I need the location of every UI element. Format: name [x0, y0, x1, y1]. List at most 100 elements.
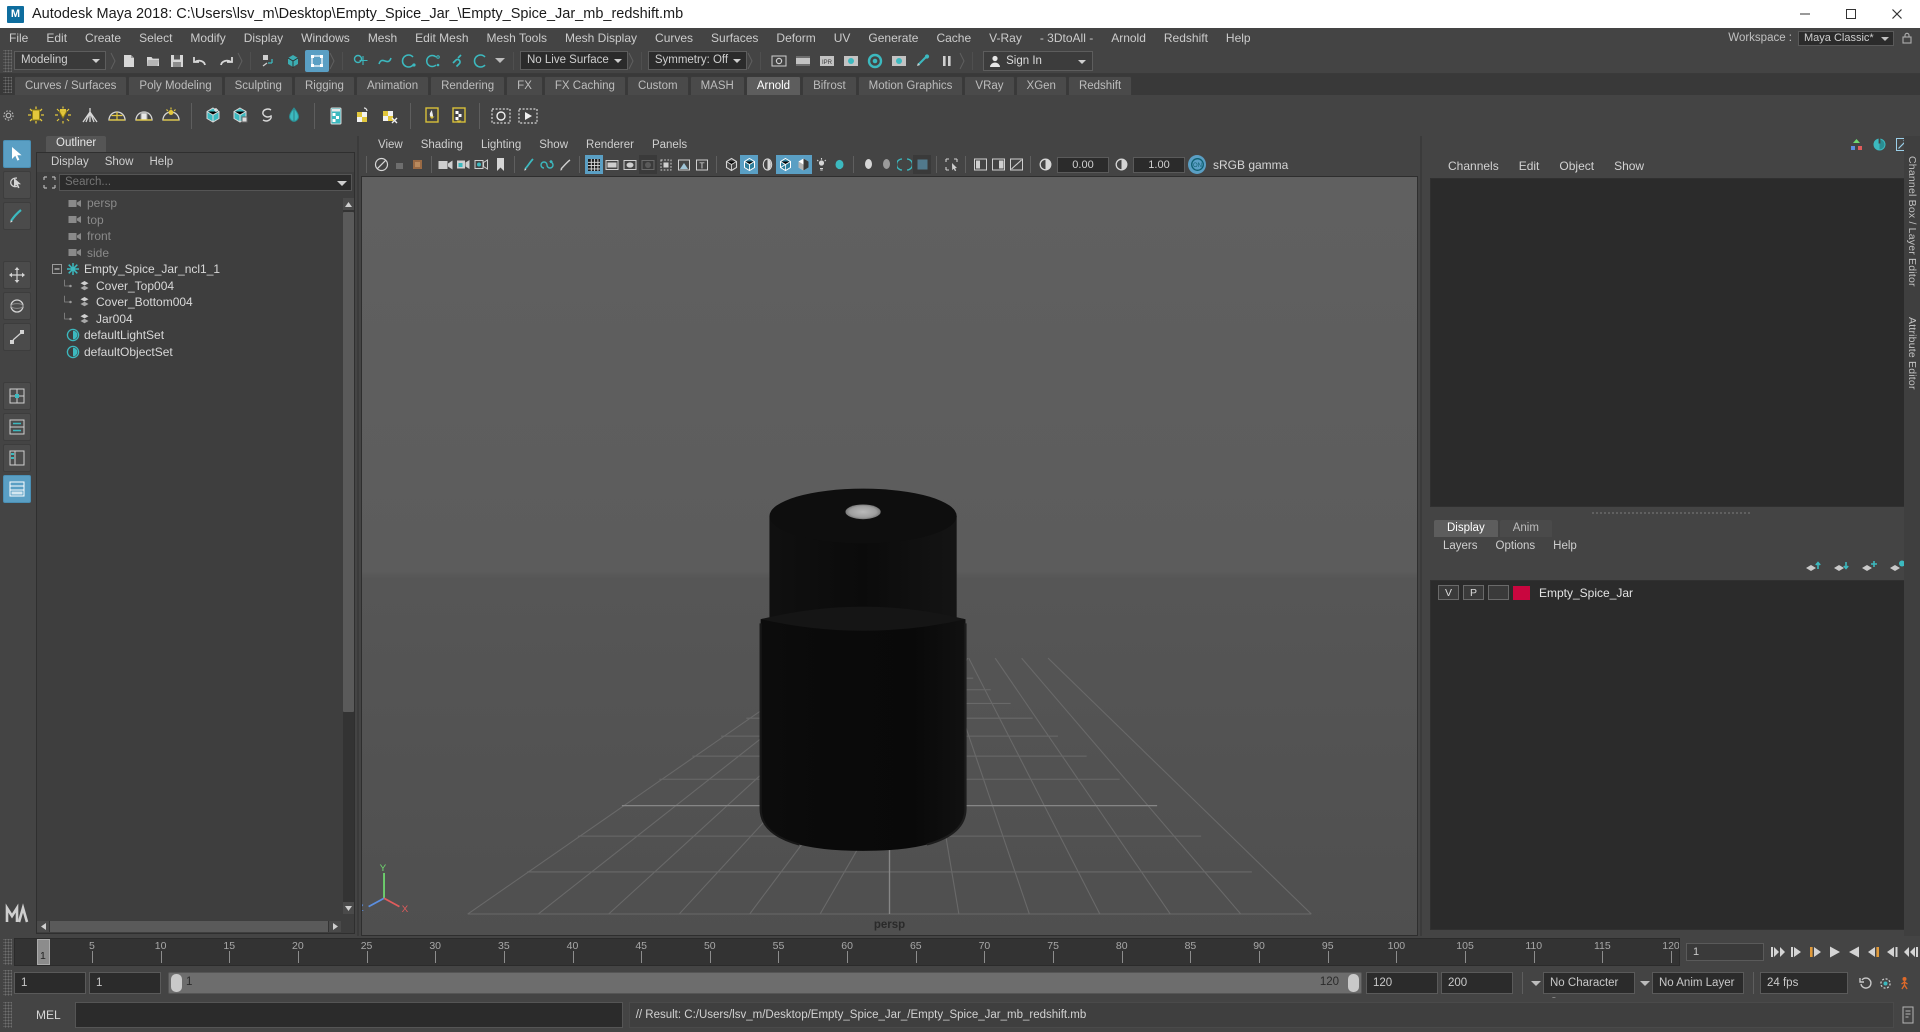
- shelf-tab-fx[interactable]: FX: [506, 76, 543, 95]
- play-backwards-icon[interactable]: [1825, 941, 1844, 963]
- shelf-tab-custom[interactable]: Custom: [626, 76, 689, 95]
- help-line-icon[interactable]: [1896, 1002, 1920, 1028]
- lock-camera-icon[interactable]: [390, 155, 408, 174]
- search-filter-icon[interactable]: [39, 173, 59, 191]
- outliner-item-persp[interactable]: persp: [37, 195, 354, 212]
- camera-attributes-icon[interactable]: [408, 155, 426, 174]
- shelf-tab-rigging[interactable]: Rigging: [293, 76, 355, 95]
- outliner-horizontal-scrollbar[interactable]: [37, 921, 341, 932]
- arnold-open-render-view-icon[interactable]: [487, 101, 514, 131]
- outliner-item-front[interactable]: front: [37, 228, 354, 245]
- channel-box-menu-object[interactable]: Object: [1549, 156, 1604, 176]
- collapse-expander-icon[interactable]: [51, 264, 62, 275]
- arnold-tx-manager-icon[interactable]: [445, 101, 472, 131]
- range-track[interactable]: 1 120: [168, 972, 1362, 994]
- arnold-volume-icon[interactable]: [253, 101, 280, 131]
- outliner-item-top[interactable]: top: [37, 212, 354, 229]
- range-slider-gripper[interactable]: [3, 970, 12, 996]
- menu-windows[interactable]: Windows: [292, 28, 359, 48]
- color-management-toggle-icon[interactable]: ON: [1188, 155, 1206, 175]
- step-back-frame-icon[interactable]: [1787, 941, 1806, 963]
- shelf-tab-redshift[interactable]: Redshift: [1067, 76, 1133, 95]
- light-render-icon[interactable]: [911, 50, 935, 72]
- workspace-dropdown[interactable]: Maya Classic*: [1798, 30, 1894, 46]
- select-by-component-icon[interactable]: [305, 49, 329, 72]
- layer-list[interactable]: V P Empty_Spice_Jar: [1430, 580, 1910, 930]
- viewport-menu-renderer[interactable]: Renderer: [577, 136, 643, 154]
- ambient-occlusion-icon[interactable]: [877, 155, 895, 174]
- shelf-tab-fx-caching[interactable]: FX Caching: [543, 76, 626, 95]
- outliner-menu-help[interactable]: Help: [142, 153, 182, 172]
- use-all-lights-icon[interactable]: [830, 155, 848, 174]
- film-gate-icon[interactable]: [603, 155, 621, 174]
- layer-editor-tab-anim[interactable]: Anim: [1499, 520, 1552, 537]
- outliner-item-defaultobjectset[interactable]: defaultObjectSet: [37, 344, 354, 361]
- outliner-item-empty-spice-jar-group[interactable]: Empty_Spice_Jar_ncl1_1: [37, 261, 354, 278]
- redo-icon[interactable]: [213, 50, 237, 72]
- shelf-tab-xgen[interactable]: XGen: [1015, 76, 1067, 95]
- shelf-tab-bifrost[interactable]: Bifrost: [802, 76, 857, 95]
- menu-3dtoall[interactable]: - 3DtoAll -: [1031, 28, 1102, 48]
- menu-display[interactable]: Display: [235, 28, 292, 48]
- menu-generate[interactable]: Generate: [859, 28, 927, 48]
- menu-file[interactable]: File: [0, 28, 37, 48]
- menu-arnold[interactable]: Arnold: [1102, 28, 1155, 48]
- hide-pane-layout-icon[interactable]: [1007, 155, 1025, 174]
- time-slider-track[interactable]: 1 5 10 15 20 25 30 35 40 45 50 55 60 65 70 75 80 85 90 95 1…: [14, 938, 1680, 966]
- channel-box-menu-edit[interactable]: Edit: [1509, 156, 1550, 176]
- current-frame-field[interactable]: 1: [1686, 943, 1764, 961]
- shadows-icon[interactable]: [473, 155, 491, 174]
- range-left-handle[interactable]: [171, 974, 182, 992]
- arnold-remove-shader-icon[interactable]: [376, 101, 403, 131]
- close-button[interactable]: [1874, 0, 1920, 28]
- attribute-editor-icon[interactable]: [1872, 137, 1887, 155]
- viewport-menu-shading[interactable]: Shading: [412, 136, 472, 154]
- live-surface-field[interactable]: No Live Surface: [520, 51, 628, 70]
- go-to-start-icon[interactable]: [1768, 941, 1787, 963]
- shelf-gripper[interactable]: [3, 77, 12, 93]
- new-scene-icon[interactable]: [117, 50, 141, 72]
- smooth-shade-icon[interactable]: [740, 155, 758, 175]
- menu-uv[interactable]: UV: [825, 28, 860, 48]
- lasso-select-tool-icon[interactable]: [3, 171, 31, 199]
- symmetry-field[interactable]: Symmetry: Off: [647, 51, 748, 70]
- make-live-icon[interactable]: [469, 50, 493, 72]
- gate-mask-icon[interactable]: [639, 155, 657, 175]
- snap-to-projected-center-icon[interactable]: [421, 50, 445, 72]
- search-input[interactable]: [59, 173, 352, 191]
- auto-key-icon[interactable]: [1857, 972, 1876, 994]
- maximize-button[interactable]: [1828, 0, 1874, 28]
- animation-preferences-icon[interactable]: [1876, 972, 1895, 994]
- menu-vray[interactable]: V-Ray: [980, 28, 1031, 48]
- status-line-gripper[interactable]: [3, 49, 12, 72]
- render-sequence-icon[interactable]: [887, 50, 911, 72]
- channel-box-menu-show[interactable]: Show: [1604, 156, 1654, 176]
- arnold-mesh-light-icon[interactable]: [130, 101, 157, 131]
- grid-icon[interactable]: [585, 155, 603, 175]
- scrollbar-thumb[interactable]: [343, 212, 354, 712]
- xray-joints-icon[interactable]: [675, 155, 693, 174]
- layer-shading-toggle[interactable]: [1488, 585, 1509, 600]
- step-back-key-icon[interactable]: [1806, 941, 1825, 963]
- grab-screenshot-icon[interactable]: [538, 155, 556, 174]
- shelf-tab-animation[interactable]: Animation: [355, 76, 430, 95]
- texture-display-icon[interactable]: [794, 155, 812, 175]
- arnold-distant-light-icon[interactable]: [76, 101, 103, 131]
- viewport-3d-canvas[interactable]: Y Z X persp: [361, 175, 1418, 936]
- command-line-gripper[interactable]: [3, 1002, 12, 1028]
- go-to-end-icon[interactable]: [1901, 941, 1920, 963]
- layer-playback-toggle[interactable]: P: [1463, 585, 1484, 600]
- image-plane-icon[interactable]: [437, 155, 455, 174]
- undo-icon[interactable]: [189, 50, 213, 72]
- shelf-options-gear-icon[interactable]: [0, 96, 16, 136]
- single-pane-layout-icon[interactable]: [971, 155, 989, 174]
- channel-box-body[interactable]: [1430, 178, 1910, 507]
- character-set-field[interactable]: No Character Set: [1543, 972, 1635, 1009]
- open-scene-icon[interactable]: [141, 50, 165, 72]
- layer-visibility-toggle[interactable]: V: [1438, 585, 1459, 600]
- scroll-down-arrow-icon[interactable]: [343, 902, 354, 914]
- new-layer-icon[interactable]: [1861, 559, 1878, 575]
- snap-to-curve-icon[interactable]: [373, 50, 397, 72]
- menu-curves[interactable]: Curves: [646, 28, 702, 48]
- menu-create[interactable]: Create: [76, 28, 130, 48]
